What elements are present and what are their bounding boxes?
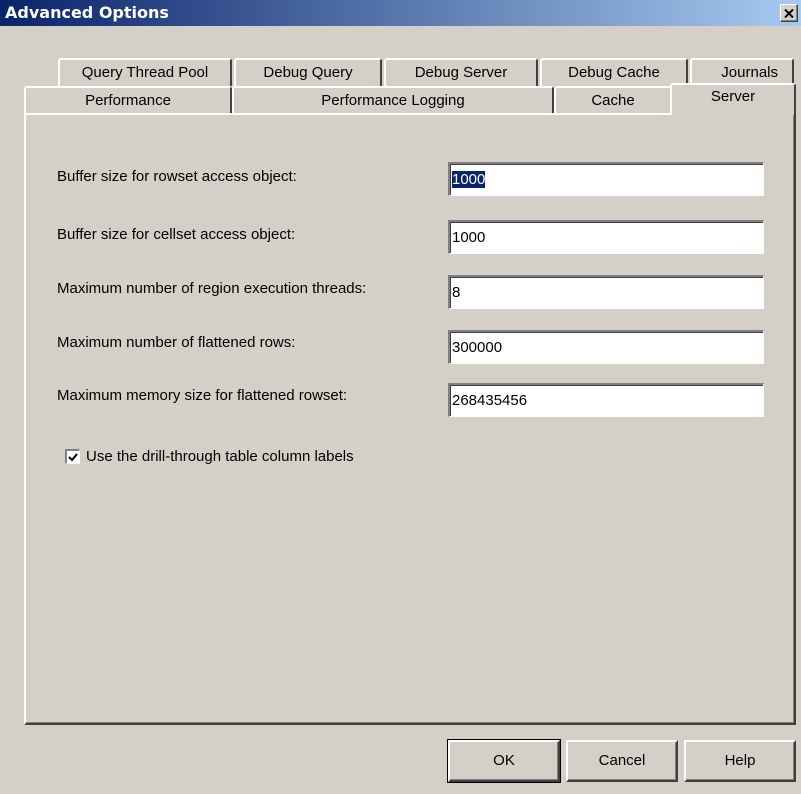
tab-label: Performance [85, 92, 171, 109]
flattened-rows-input[interactable]: 300000 [448, 330, 764, 364]
close-icon [784, 8, 794, 18]
rowset-buffer-label: Buffer size for rowset access object: [57, 168, 297, 185]
tab-cache[interactable]: Cache [554, 86, 672, 114]
checkmark-icon [68, 452, 78, 461]
flattened-memory-value: 268435456 [452, 392, 528, 409]
drill-through-labels-label: Use the drill-through table column label… [86, 448, 354, 465]
tab-label: Server [710, 88, 756, 105]
tab-debug-query[interactable]: Debug Query [234, 58, 382, 86]
tab-label: Debug Cache [568, 64, 660, 81]
tab-performance[interactable]: Performance [24, 86, 232, 114]
tab-debug-server[interactable]: Debug Server [384, 58, 538, 86]
window-title: Advanced Options [5, 3, 169, 22]
tab-label: Debug Server [414, 64, 508, 81]
flattened-rows-value: 300000 [452, 339, 503, 356]
flattened-rows-label: Maximum number of flattened rows: [57, 334, 296, 351]
tab-server[interactable]: Server [670, 83, 796, 115]
region-threads-input[interactable]: 8 [448, 275, 764, 309]
cellset-buffer-value: 1000 [452, 229, 486, 246]
tab-label: Cache [591, 92, 635, 109]
rowset-buffer-value: 1000 [452, 171, 486, 188]
close-button[interactable] [780, 4, 798, 22]
cellset-buffer-label: Buffer size for cellset access object: [57, 226, 296, 243]
rowset-buffer-input[interactable]: 1000 [448, 162, 764, 196]
tab-query-thread-pool[interactable]: Query Thread Pool [58, 58, 232, 86]
region-threads-label: Maximum number of region execution threa… [57, 280, 367, 297]
ok-button[interactable]: OK [447, 739, 561, 783]
cancel-button[interactable]: Cancel [566, 740, 678, 782]
cellset-buffer-input[interactable]: 1000 [448, 220, 764, 254]
tab-debug-cache[interactable]: Debug Cache [540, 58, 688, 86]
tab-label: Journals [721, 64, 778, 81]
tab-label: Debug Query [263, 64, 353, 81]
tab-label: Query Thread Pool [81, 64, 209, 81]
tab-label: Performance Logging [321, 92, 465, 109]
region-threads-value: 8 [452, 284, 461, 301]
active-tab-join [672, 112, 792, 116]
help-button[interactable]: Help [684, 740, 796, 782]
drill-through-labels-checkbox[interactable] [65, 449, 80, 464]
server-tab-panel [24, 113, 796, 725]
tab-journals[interactable]: Journals [690, 58, 794, 86]
title-bar: Advanced Options [0, 0, 801, 26]
tab-performance-logging[interactable]: Performance Logging [232, 86, 554, 114]
flattened-memory-label: Maximum memory size for flattened rowset… [57, 387, 348, 404]
flattened-memory-input[interactable]: 268435456 [448, 383, 764, 417]
